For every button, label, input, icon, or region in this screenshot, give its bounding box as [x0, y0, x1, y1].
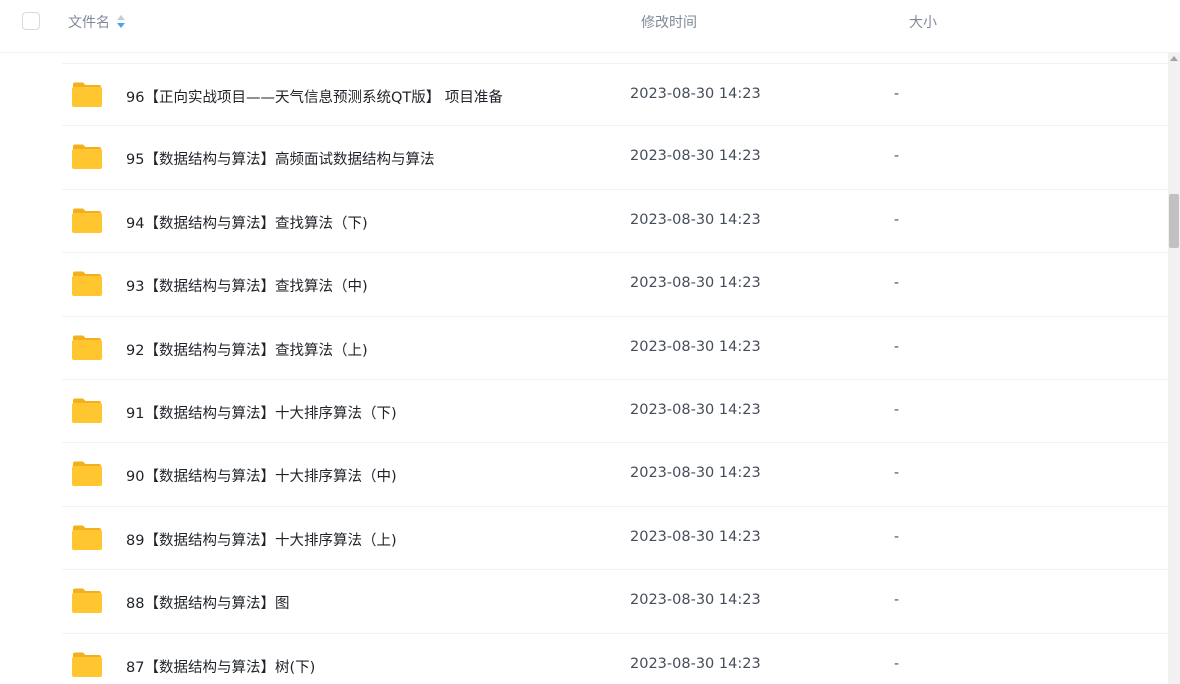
file-name[interactable]: 87【数据结构与算法】树(下)	[126, 656, 315, 677]
column-header-size[interactable]: 大小	[909, 12, 937, 32]
file-row[interactable]: 96【正向实战项目——天气信息预测系统QT版】 项目准备 2023-08-30 1…	[62, 63, 1168, 127]
folder-icon	[71, 207, 103, 234]
file-row[interactable]: 88【数据结构与算法】图 2023-08-30 14:23 -	[62, 570, 1168, 634]
file-size: -	[894, 275, 900, 292]
file-size: -	[894, 655, 900, 672]
file-row[interactable]: 89【数据结构与算法】十大排序算法（上) 2023-08-30 14:23 -	[62, 507, 1168, 571]
file-row[interactable]: 92【数据结构与算法】查找算法（上) 2023-08-30 14:23 -	[62, 317, 1168, 380]
scroll-up-arrow-icon[interactable]	[1170, 56, 1178, 61]
column-header-name-label: 文件名	[68, 15, 110, 31]
file-name[interactable]: 89【数据结构与算法】十大排序算法（上)	[126, 529, 397, 550]
column-header-name[interactable]: 文件名	[68, 12, 125, 32]
file-row[interactable]: 90【数据结构与算法】十大排序算法（中) 2023-08-30 14:23 -	[62, 443, 1168, 507]
folder-icon	[71, 143, 103, 170]
folder-icon	[71, 397, 103, 424]
file-size: -	[894, 338, 900, 355]
column-header-modified[interactable]: 修改时间	[641, 12, 697, 32]
folder-icon	[71, 524, 103, 551]
folder-icon	[71, 270, 103, 297]
file-size: -	[894, 465, 900, 482]
file-row[interactable]: 93【数据结构与算法】查找算法（中) 2023-08-30 14:23 -	[62, 253, 1168, 317]
file-name[interactable]: 94【数据结构与算法】查找算法（下)	[126, 212, 368, 233]
file-size: -	[894, 401, 900, 418]
file-name[interactable]: 90【数据结构与算法】十大排序算法（中)	[126, 465, 397, 486]
file-name[interactable]: 88【数据结构与算法】图	[126, 592, 289, 613]
file-modified-time: 2023-08-30 14:23	[630, 275, 761, 292]
file-modified-time: 2023-08-30 14:23	[630, 655, 761, 672]
folder-icon	[71, 334, 103, 361]
file-modified-time: 2023-08-30 14:23	[630, 211, 761, 228]
file-modified-time: 2023-08-30 14:23	[630, 465, 761, 482]
folder-icon	[71, 460, 103, 487]
file-modified-time: 2023-08-30 14:23	[630, 338, 761, 355]
file-size: -	[894, 592, 900, 609]
file-row[interactable]: 87【数据结构与算法】树(下) 2023-08-30 14:23 -	[62, 634, 1168, 684]
select-all-checkbox[interactable]	[22, 12, 40, 30]
folder-icon	[71, 651, 103, 678]
file-modified-time: 2023-08-30 14:23	[630, 528, 761, 545]
file-size: -	[894, 86, 900, 102]
file-row[interactable]: 91【数据结构与算法】十大排序算法（下) 2023-08-30 14:23 -	[62, 380, 1168, 444]
file-modified-time: 2023-08-30 14:23	[630, 592, 761, 609]
file-name[interactable]: 93【数据结构与算法】查找算法（中)	[126, 275, 368, 296]
file-list-page: 文件名 修改时间 大小 96【正向实战项目——天气信息预测系统QT版】 项目准备…	[0, 0, 1180, 684]
file-modified-time: 2023-08-30 14:23	[630, 401, 761, 418]
file-size: -	[894, 148, 900, 165]
scrollbar-thumb[interactable]	[1169, 194, 1179, 248]
file-name[interactable]: 92【数据结构与算法】查找算法（上)	[126, 339, 368, 360]
file-row[interactable]: 95【数据结构与算法】高频面试数据结构与算法 2023-08-30 14:23 -	[62, 126, 1168, 190]
vertical-scrollbar[interactable]	[1168, 52, 1180, 684]
folder-icon	[71, 81, 103, 108]
file-modified-time: 2023-08-30 14:23	[630, 148, 761, 165]
file-modified-time: 2023-08-30 14:23	[630, 86, 761, 102]
file-name[interactable]: 95【数据结构与算法】高频面试数据结构与算法	[126, 148, 434, 169]
file-name[interactable]: 96【正向实战项目——天气信息预测系统QT版】 项目准备	[126, 86, 503, 107]
folder-icon	[71, 587, 103, 614]
file-list: 96【正向实战项目——天气信息预测系统QT版】 项目准备 2023-08-30 1…	[0, 63, 1168, 684]
file-size: -	[894, 211, 900, 228]
file-size: -	[894, 528, 900, 545]
file-row[interactable]: 94【数据结构与算法】查找算法（下) 2023-08-30 14:23 -	[62, 190, 1168, 254]
file-name[interactable]: 91【数据结构与算法】十大排序算法（下)	[126, 402, 397, 423]
sort-icon[interactable]	[117, 15, 125, 29]
list-header: 文件名 修改时间 大小	[0, 0, 1168, 53]
